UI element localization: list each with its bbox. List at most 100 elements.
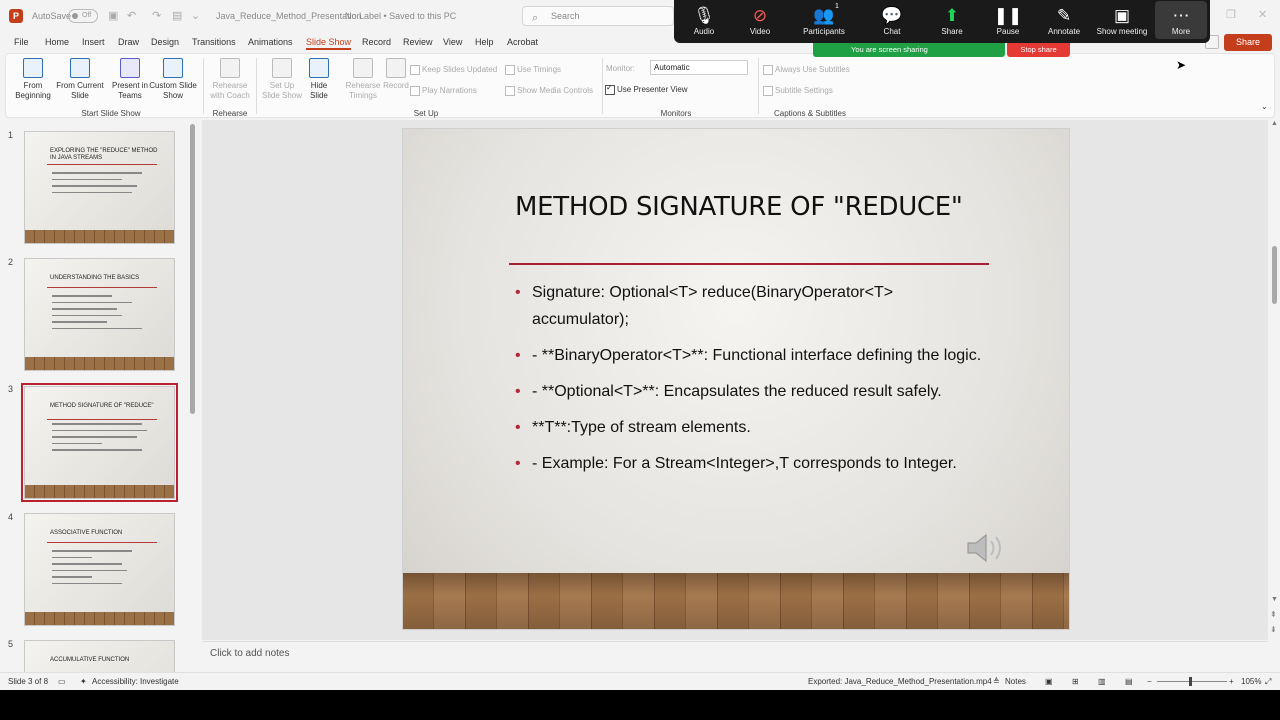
slide-thumbnail-1[interactable]: EXPLORING THE "REDUCE" METHOD IN JAVA ST… — [24, 131, 175, 244]
thumbnail-number: 2 — [8, 257, 14, 267]
hide-slide-button[interactable]: Hide Slide — [306, 58, 332, 101]
sharing-status-text: You are screen sharing — [851, 45, 928, 54]
notes-toggle-icon[interactable]: ≜ — [993, 677, 1000, 686]
audio-speaker-icon[interactable] — [966, 531, 1010, 565]
reading-view-icon[interactable]: ▥ — [1098, 677, 1106, 686]
tab-review[interactable]: Review — [403, 37, 433, 47]
ribbon-divider — [256, 58, 257, 114]
bullet-item: Signature: Optional<T> reduce(BinaryOper… — [515, 279, 985, 333]
chat-icon: 💬 — [881, 6, 903, 25]
use-presenter-view-checkbox[interactable]: Use Presenter View — [605, 83, 688, 95]
participants-button[interactable]: 👥 Participants — [794, 5, 854, 36]
slide-scrollbar[interactable]: ▲ ▼ ⇞ ⇟ — [1268, 120, 1280, 640]
present-in-teams-button[interactable]: Present in Teams — [110, 58, 150, 101]
notes-placeholder: Click to add notes — [210, 648, 290, 659]
rehearse-timings-button[interactable]: Rehearse Timings — [342, 58, 384, 101]
tab-draw[interactable]: Draw — [118, 37, 139, 47]
slide-thumbnail-2[interactable]: UNDERSTANDING THE BASICS — [24, 258, 175, 371]
zoom-level[interactable]: 105% — [1241, 677, 1261, 686]
tab-insert[interactable]: Insert — [82, 37, 105, 47]
hide-slide-icon — [309, 58, 329, 78]
previous-slide-icon[interactable]: ⇞ — [1270, 610, 1277, 619]
setup-icon — [272, 58, 292, 78]
thumbnail-number: 1 — [8, 130, 14, 140]
pause-share-button[interactable]: ❚❚ Pause — [978, 5, 1038, 36]
show-media-controls-checkbox[interactable]: Show Media Controls — [505, 86, 593, 96]
slide-thumbnail-3[interactable]: METHOD SIGNATURE OF "REDUCE" — [21, 383, 178, 502]
thumbnails-scrollbar[interactable] — [190, 124, 195, 414]
slide-thumbnail-4[interactable]: ASSOCIATIVE FUNCTION — [24, 513, 175, 626]
rehearse-with-coach-button[interactable]: Rehearse with Coach — [209, 58, 251, 101]
tab-animations[interactable]: Animations — [248, 37, 293, 47]
notes-toggle[interactable]: Notes — [1005, 677, 1026, 686]
chat-button[interactable]: 💬 Chat — [862, 5, 922, 36]
slide-bullet-list[interactable]: Signature: Optional<T> reduce(BinaryOper… — [515, 279, 985, 486]
tab-file[interactable]: File — [14, 37, 29, 47]
accessibility-status[interactable]: Accessibility: Investigate — [92, 677, 179, 686]
normal-view-icon[interactable]: ▣ — [1045, 677, 1053, 686]
slide-thumbnail-5[interactable]: ACCUMULATIVE FUNCTION — [24, 640, 175, 672]
tab-record[interactable]: Record — [362, 37, 391, 47]
present-icon[interactable]: ▤ — [172, 9, 182, 22]
spelling-check-icon[interactable]: ▭ — [58, 677, 66, 686]
save-icon[interactable]: ▣ — [108, 9, 118, 22]
meeting-window-icon: ▣ — [1113, 6, 1131, 25]
use-timings-checkbox[interactable]: Use Timings — [505, 65, 561, 75]
slideshow-start-icon — [23, 58, 43, 78]
undo-icon[interactable]: ↶ — [127, 9, 136, 22]
scroll-down-icon[interactable]: ▼ — [1271, 596, 1278, 603]
thumbnail-body-lines — [52, 295, 152, 334]
show-meeting-button[interactable]: ▣ Show meeting — [1092, 5, 1152, 36]
group-set-up: Set Up — [413, 109, 439, 118]
tab-view[interactable]: View — [443, 37, 462, 47]
subtitle-settings-button[interactable]: Subtitle Settings — [763, 86, 833, 96]
annotate-button[interactable]: ✎ Annotate — [1034, 5, 1094, 36]
record-button[interactable]: Record — [380, 58, 412, 91]
close-icon[interactable]: ✕ — [1258, 8, 1267, 21]
more-button[interactable]: ⋯ More — [1155, 1, 1207, 39]
tab-home[interactable]: Home — [45, 37, 69, 47]
audio-button[interactable]: 🎙 Audio — [674, 5, 734, 36]
zoom-slider[interactable] — [1157, 677, 1227, 686]
pen-icon: ✎ — [1056, 6, 1072, 25]
restore-icon[interactable]: ❐ — [1226, 8, 1236, 21]
share-screen-button[interactable]: ⬆ Share — [922, 5, 982, 36]
video-button[interactable]: ⊘ Video — [730, 5, 790, 36]
tab-design[interactable]: Design — [151, 37, 179, 47]
tab-slide-show[interactable]: Slide Show — [306, 37, 352, 50]
current-slide[interactable]: METHOD SIGNATURE OF "REDUCE" Signature: … — [402, 128, 1070, 630]
share-button[interactable]: Share — [1224, 34, 1272, 51]
zoom-out-icon[interactable]: − — [1147, 677, 1152, 686]
export-status: Exported: Java_Reduce_Method_Presentatio… — [808, 677, 992, 686]
slideshow-view-icon[interactable]: ▤ — [1125, 677, 1133, 686]
tab-help[interactable]: Help — [475, 37, 494, 47]
quick-access-more-icon[interactable]: ⌄ — [191, 9, 200, 22]
always-use-subtitles-checkbox[interactable]: Always Use Subtitles — [763, 65, 850, 75]
fit-to-window-icon[interactable]: ⤢ — [1265, 677, 1271, 687]
tab-acrobat[interactable]: Acrobat — [507, 37, 538, 47]
keep-slides-updated-checkbox[interactable]: Keep Slides Updated — [410, 65, 497, 75]
stop-share-button[interactable]: Stop share — [1007, 43, 1070, 57]
bullet-item: **T**:Type of stream elements. — [515, 414, 985, 441]
scrollbar-thumb[interactable] — [1272, 246, 1277, 304]
from-beginning-button[interactable]: From Beginning — [12, 58, 54, 101]
search-input[interactable]: ⌕ Search — [522, 6, 674, 26]
notes-pane[interactable]: Click to add notes — [202, 641, 1268, 671]
set-up-slide-show-button[interactable]: Set Up Slide Show — [261, 58, 303, 101]
custom-slide-show-button[interactable]: Custom Slide Show — [149, 58, 197, 101]
group-monitors: Monitors — [660, 109, 692, 118]
redo-icon[interactable]: ↷ — [152, 9, 161, 22]
from-current-slide-button[interactable]: From Current Slide — [56, 58, 104, 101]
next-slide-icon[interactable]: ⇟ — [1270, 625, 1277, 634]
monitor-select[interactable]: Automatic — [650, 60, 748, 75]
slide-sorter-icon[interactable]: ⊞ — [1072, 677, 1079, 686]
autosave-toggle[interactable]: Off — [68, 9, 98, 23]
slide-title[interactable]: METHOD SIGNATURE OF "REDUCE" — [515, 191, 995, 224]
zoom-in-icon[interactable]: + — [1229, 677, 1234, 686]
tab-transitions[interactable]: Transitions — [192, 37, 236, 47]
play-narrations-checkbox[interactable]: Play Narrations — [410, 86, 477, 96]
scroll-up-icon[interactable]: ▲ — [1271, 120, 1278, 127]
more-dots-icon: ⋯ — [1172, 6, 1190, 25]
bullet-item: - **Optional<T>**: Encapsulates the redu… — [515, 378, 985, 405]
collapse-ribbon-icon[interactable]: ⌄ — [1261, 102, 1268, 112]
